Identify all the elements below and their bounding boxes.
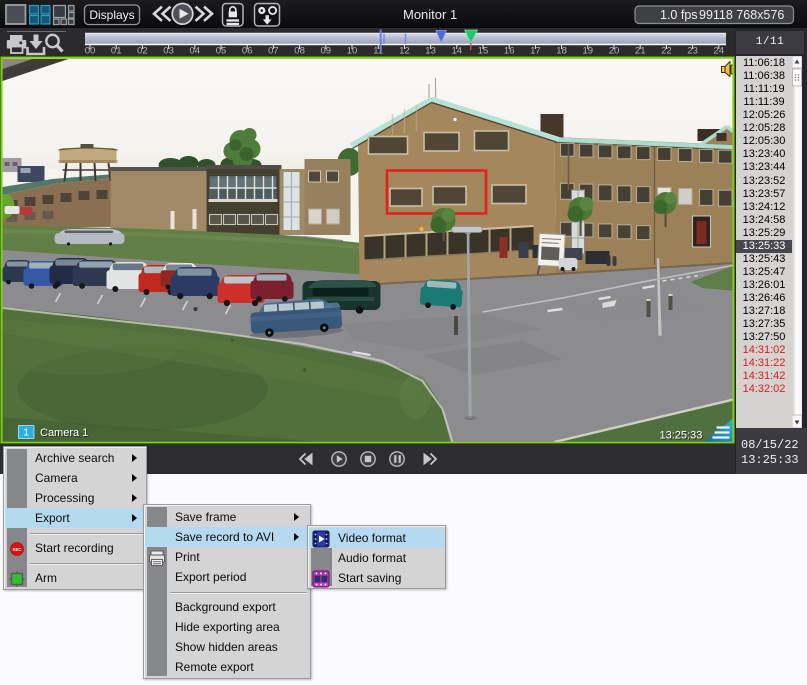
svg-text:REC: REC (13, 547, 22, 552)
svg-text:13:25:33: 13:25:33 (660, 430, 703, 442)
svg-text:10: 10 (347, 46, 358, 57)
svg-text:20: 20 (609, 46, 620, 57)
svg-text:08: 08 (294, 46, 305, 57)
svg-text:18: 18 (556, 46, 567, 57)
svg-text:22: 22 (661, 46, 672, 57)
svg-text:17: 17 (530, 46, 541, 57)
svg-text:1: 1 (23, 427, 29, 439)
svg-text:99118 768x576: 99118 768x576 (699, 8, 784, 22)
svg-text:09: 09 (321, 46, 332, 57)
svg-text:19: 19 (583, 46, 594, 57)
svg-text:1.0 fps: 1.0 fps (660, 8, 698, 22)
svg-text:23: 23 (687, 46, 698, 57)
svg-text:14: 14 (452, 46, 463, 57)
svg-text:13: 13 (425, 46, 436, 57)
svg-text:24: 24 (714, 46, 725, 57)
svg-text:02: 02 (137, 46, 148, 57)
svg-text:03: 03 (163, 46, 174, 57)
svg-text:04: 04 (190, 46, 201, 57)
svg-text:12: 12 (399, 46, 410, 57)
svg-text:06: 06 (242, 46, 253, 57)
svg-text:15: 15 (478, 46, 489, 57)
svg-text:00: 00 (85, 46, 96, 57)
svg-text:07: 07 (268, 46, 279, 57)
svg-text:21: 21 (635, 46, 646, 57)
svg-text:Displays: Displays (89, 8, 134, 22)
svg-text:01: 01 (111, 46, 122, 57)
svg-text:05: 05 (216, 46, 227, 57)
svg-text:16: 16 (504, 46, 515, 57)
svg-text:Camera 1: Camera 1 (40, 427, 88, 439)
svg-text:Monitor 1: Monitor 1 (403, 7, 457, 22)
